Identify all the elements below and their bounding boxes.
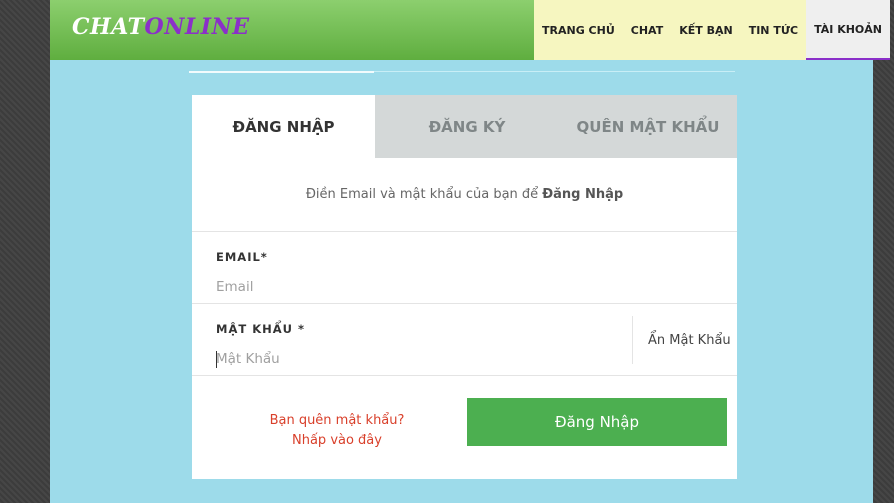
forgot-password-link[interactable]: Bạn quên mật khẩu? Nhấp vào đây xyxy=(252,411,422,451)
nav-item-account[interactable]: TÀI KHOẢN xyxy=(806,0,890,60)
intro-bold: Đăng Nhập xyxy=(542,187,624,202)
password-input[interactable] xyxy=(216,348,616,370)
text-cursor xyxy=(216,351,217,368)
nav-item-news[interactable]: TIN TỨC xyxy=(741,0,806,60)
left-background-strip xyxy=(0,0,50,503)
divider-highlight xyxy=(189,71,374,73)
intro-text: Điền Email và mật khẩu của bạn để Đăng N… xyxy=(192,158,737,232)
forgot-line1[interactable]: Bạn quên mật khẩu? xyxy=(252,411,422,431)
password-divider xyxy=(632,316,633,364)
nav-item-home[interactable]: TRANG CHỦ xyxy=(534,0,623,60)
right-background-strip xyxy=(873,0,894,503)
password-field-group: MẬT KHẨU * Ẩn Mật Khẩu xyxy=(192,304,737,376)
tab-login[interactable]: ĐĂNG NHẬP xyxy=(192,95,375,158)
password-label: MẬT KHẨU * xyxy=(216,322,305,336)
intro-message: Điền Email và mật khẩu của bạn để xyxy=(305,187,539,202)
auth-tabs: ĐĂNG NHẬP ĐĂNG KÝ QUÊN MẬT KHẨU xyxy=(192,95,737,158)
email-label: EMAIL* xyxy=(216,250,268,264)
divider-line xyxy=(189,71,735,73)
forgot-line2[interactable]: Nhấp vào đây xyxy=(252,431,422,451)
nav-item-chat[interactable]: CHAT xyxy=(623,0,671,60)
login-card: ĐĂNG NHẬP ĐĂNG KÝ QUÊN MẬT KHẨU Điền Ema… xyxy=(192,95,737,479)
header: CHATONLINE TRANG CHỦ CHAT KẾT BẠN TIN TỨ… xyxy=(50,0,890,60)
page: CHATONLINE TRANG CHỦ CHAT KẾT BẠN TIN TỨ… xyxy=(50,0,890,503)
nav-item-friends[interactable]: KẾT BẠN xyxy=(671,0,740,60)
logo-online: ONLINE xyxy=(144,14,250,40)
logo[interactable]: CHATONLINE xyxy=(72,14,249,40)
email-field-group: EMAIL* xyxy=(192,232,737,304)
main-nav: TRANG CHỦ CHAT KẾT BẠN TIN TỨC TÀI KHOẢN xyxy=(534,0,890,60)
login-button[interactable]: Đăng Nhập xyxy=(467,398,727,446)
hide-password-toggle[interactable]: Ẩn Mật Khẩu xyxy=(648,333,731,348)
email-input[interactable] xyxy=(216,276,616,298)
tab-register[interactable]: ĐĂNG KÝ xyxy=(375,95,559,158)
tab-forgot-password[interactable]: QUÊN MẬT KHẨU xyxy=(559,95,737,158)
logo-chat: CHAT xyxy=(72,14,145,40)
